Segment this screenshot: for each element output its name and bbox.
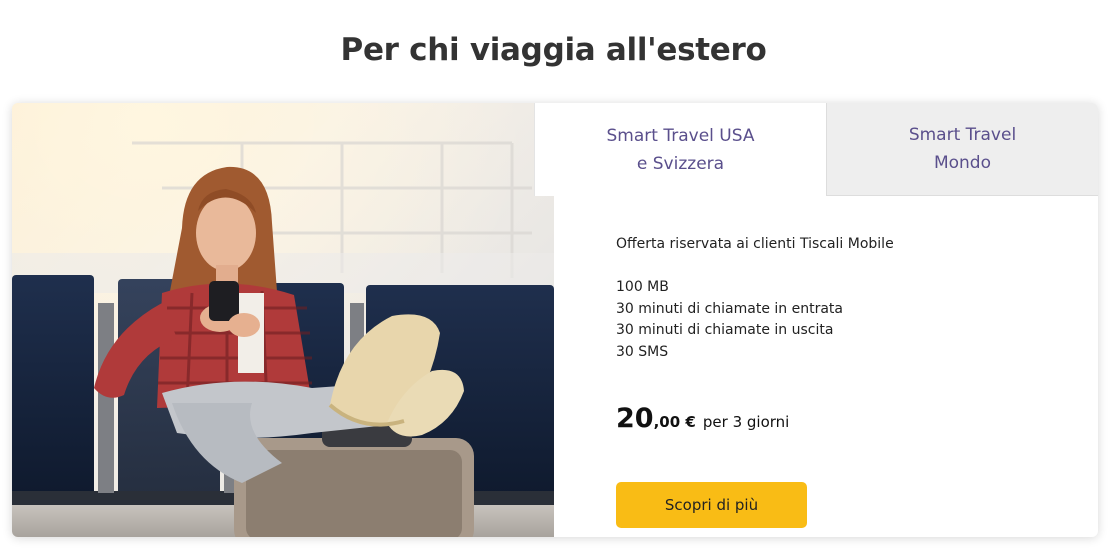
discover-more-button[interactable]: Scopri di più (616, 482, 807, 528)
offer-intro: Offerta riservata ai clienti Tiscali Mob… (616, 236, 894, 252)
feature-incoming-calls: 30 minuti di chiamate in entrata (616, 300, 843, 317)
feature-data: 100 MB (616, 279, 669, 295)
offer-tabs: Smart Travel USA e Svizzera Smart Travel… (534, 103, 1098, 196)
travel-photo (12, 103, 554, 537)
tab-label: Smart Travel Mondo (908, 125, 1017, 173)
price-integer: 20 (616, 403, 654, 434)
offer-card: Smart Travel USA e Svizzera Smart Travel… (12, 103, 1098, 537)
feature-outgoing-calls: 30 minuti di chiamate in uscita (616, 322, 834, 338)
price-period: per 3 giorni (702, 413, 790, 431)
price-decimal: ,00 € (653, 413, 696, 431)
tab-smart-travel-usa-svizzera[interactable]: Smart Travel USA e Svizzera (534, 103, 826, 196)
tab-label: Smart Travel USA e Svizzera (606, 125, 755, 174)
section-title: Per chi viaggia all'estero (340, 32, 767, 68)
feature-list: 100 MB 30 minuti di chiamate in entrata … (616, 277, 1056, 363)
tab-smart-travel-mondo[interactable]: Smart Travel Mondo (826, 103, 1098, 196)
feature-sms: 30 SMS (616, 343, 669, 360)
price: 20,00 € per 3 giorni (616, 403, 789, 434)
offer-details: Offerta riservata ai clienti Tiscali Mob… (616, 233, 1056, 363)
woman-airport-illustration (12, 103, 554, 537)
